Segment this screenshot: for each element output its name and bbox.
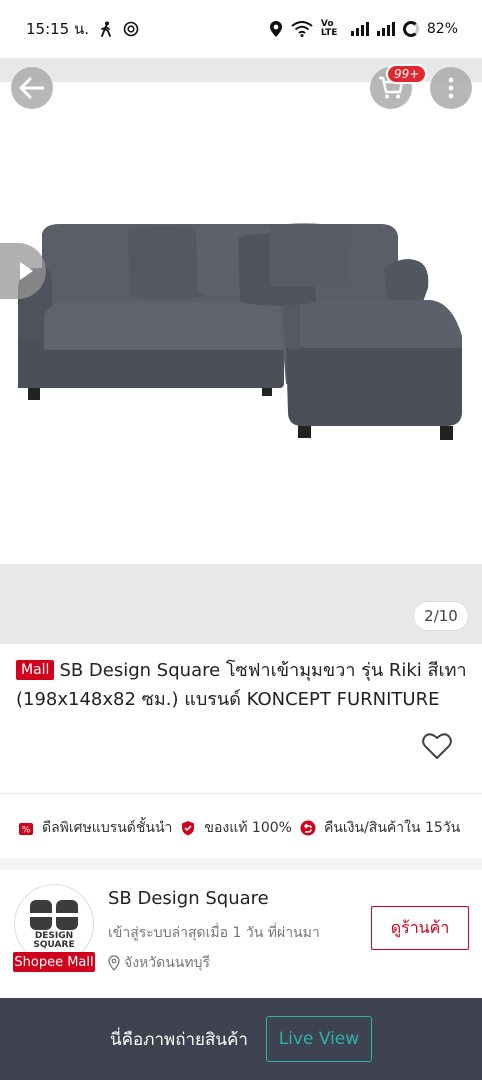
guarantee-bar[interactable]: % ดีลพิเศษแบรนด์ชั้นนำ ของแท้ 100% คืนเง… <box>0 800 482 856</box>
sb-logo-mark <box>30 900 78 930</box>
more-options-button[interactable] <box>430 67 472 109</box>
battery-icon <box>402 21 419 37</box>
shop-info-section[interactable]: DESIGN SQUARE Shopee Mall SB Design Squa… <box>0 870 482 1000</box>
guarantee-deal-label: ดีลพิเศษแบรนด์ชั้นนำ <box>42 820 173 836</box>
target-icon <box>123 21 139 37</box>
percent-tag-icon: % <box>18 820 34 836</box>
product-title: SB Design Square โซฟาเข้ามุมขวา รุ่น Rik… <box>16 660 467 710</box>
network-label: Vo LTE <box>320 19 338 38</box>
heart-icon <box>422 733 452 759</box>
image-page-indicator: 2/10 <box>413 601 469 631</box>
sofa-product-image <box>18 223 462 440</box>
arrow-left-icon <box>19 77 45 99</box>
guarantee-return-label: คืนเงิน/สินค้าใน 15วัน <box>323 820 461 836</box>
product-title-section: Mall SB Design Square โซฟาเข้ามุมขวา รุ่น… <box>0 644 482 794</box>
cart-count-badge: 99+ <box>386 64 428 84</box>
status-bar: 15:15 น. Vo LTE 82% <box>0 0 482 58</box>
live-view-banner: นี่คือภาพถ่ายสินค้า Live View <box>0 998 482 1080</box>
play-icon <box>20 262 33 280</box>
logo-text-square: SQUARE <box>33 940 75 950</box>
battery-level: 82% <box>426 21 458 37</box>
return-icon <box>300 820 316 836</box>
wifi-icon <box>291 21 313 37</box>
gallery-bottom-band <box>0 564 482 644</box>
status-time: 15:15 น. <box>26 20 90 38</box>
shop-name[interactable]: SB Design Square <box>108 888 269 909</box>
product-title-block: Mall SB Design Square โซฟาเข้ามุมขวา รุ่น… <box>16 656 470 714</box>
back-button[interactable] <box>11 67 53 109</box>
shop-active-status: เข้าสู่ระบบล่าสุดเมื่อ 1 วัน ที่ผ่านมา <box>108 925 320 941</box>
section-divider <box>0 858 482 870</box>
view-shop-button[interactable]: ดูร้านค้า <box>371 906 469 950</box>
shop-location-label: จังหวัดนนทบุรี <box>124 955 210 971</box>
live-view-button[interactable]: Live View <box>265 1016 372 1062</box>
signal-strength-icon <box>350 22 369 36</box>
shield-check-icon <box>180 820 196 836</box>
mall-badge: Mall <box>16 660 55 680</box>
walking-icon <box>99 21 113 37</box>
signal-strength-2-icon <box>376 22 395 36</box>
favorite-button[interactable] <box>422 732 452 764</box>
more-vertical-icon <box>448 77 454 99</box>
product-image-gallery[interactable]: 99+ 2/10 <box>0 58 482 644</box>
shop-location: จังหวัดนนทบุรี <box>108 952 210 974</box>
location-pin-icon <box>269 20 283 38</box>
location-pin-outline-icon <box>108 955 120 971</box>
live-view-banner-text: นี่คือภาพถ่ายสินค้า <box>110 1029 248 1050</box>
guarantee-authentic-label: ของแท้ 100% <box>204 820 292 836</box>
shopee-mall-badge: Shopee Mall <box>13 952 95 972</box>
svg-text:%: % <box>22 826 31 836</box>
